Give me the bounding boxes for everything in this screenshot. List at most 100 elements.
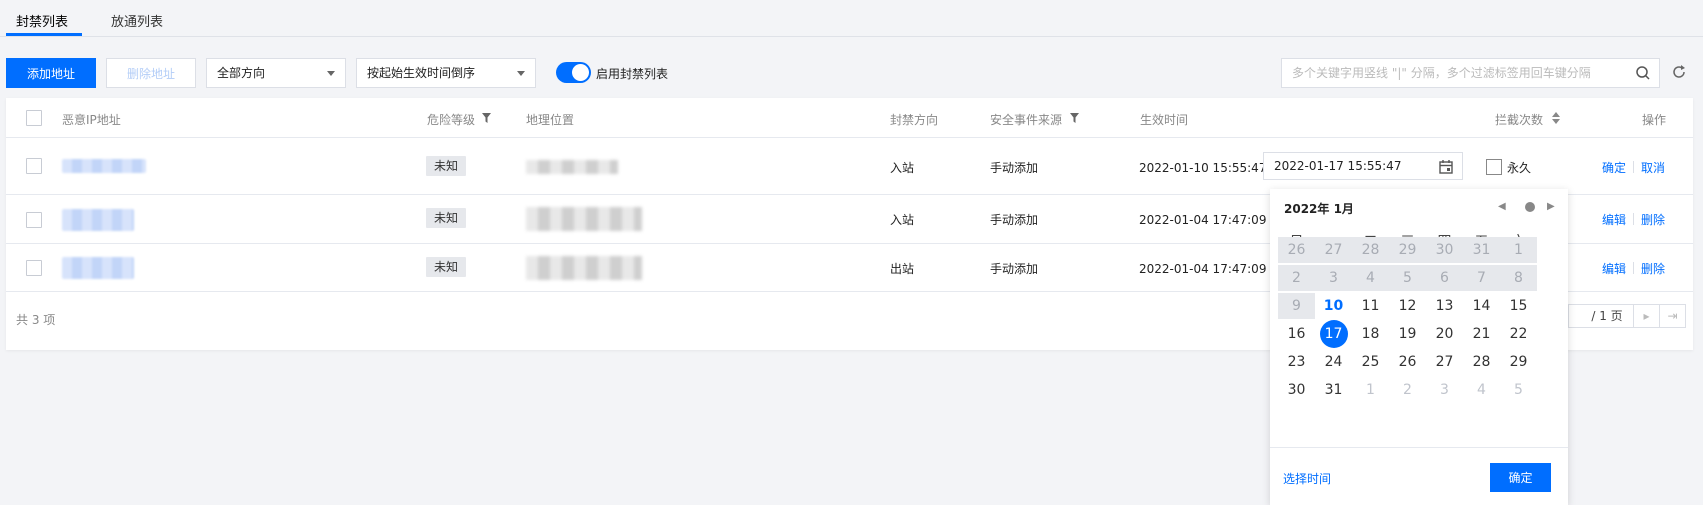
risk-badge: 未知 — [426, 257, 467, 277]
calendar-day[interactable]: 10 — [1315, 293, 1352, 319]
delete-address-button[interactable]: 删除地址 — [106, 58, 196, 88]
calendar-day[interactable]: 2 — [1389, 377, 1426, 403]
edit-link[interactable]: 编辑 — [1602, 211, 1626, 228]
enable-blocklist-toggle[interactable] — [556, 62, 591, 83]
tab-allow-list[interactable]: 放通列表 — [111, 11, 163, 30]
calendar-day: 29 — [1389, 237, 1426, 263]
add-address-button[interactable]: 添加地址 — [6, 58, 96, 88]
calendar-month-title[interactable]: 2022年 1月 — [1284, 200, 1354, 217]
next-page-icon[interactable]: ▸ — [1633, 305, 1659, 327]
divider — [1633, 262, 1634, 274]
cancel-link[interactable]: 取消 — [1641, 159, 1665, 176]
calendar-day: 1 — [1500, 237, 1537, 263]
select-time-link[interactable]: 选择时间 — [1283, 470, 1331, 487]
confirm-link[interactable]: 确定 — [1602, 159, 1626, 176]
calendar-day: 26 — [1278, 237, 1315, 263]
calendar-day[interactable]: 4 — [1463, 377, 1500, 403]
next-month-icon[interactable]: ▶ — [1547, 201, 1555, 212]
filter-icon[interactable] — [1070, 112, 1079, 126]
calendar-day[interactable]: 16 — [1278, 321, 1315, 347]
start-time-cell: 2022-01-04 17:47:09 至 — [1139, 262, 1283, 276]
row-checkbox[interactable] — [26, 158, 42, 174]
tab-block-list[interactable]: 封禁列表 — [16, 11, 68, 30]
header-time: 生效时间 — [1140, 113, 1189, 127]
redacted-ip — [62, 209, 134, 231]
divider — [1633, 161, 1634, 173]
page-total: / 1 页 — [1591, 309, 1623, 323]
current-month-dot-icon[interactable] — [1525, 202, 1535, 212]
calendar-day[interactable]: 23 — [1278, 349, 1315, 375]
redacted-ip — [62, 257, 134, 279]
start-time-cell: 2022-01-10 15:55:47 至 — [1139, 161, 1283, 175]
header-risk: 危险等级 — [427, 113, 476, 127]
source-cell: 手动添加 — [990, 262, 1039, 276]
calendar-day[interactable]: 20 — [1426, 321, 1463, 347]
prev-month-icon[interactable]: ◀ — [1498, 201, 1506, 212]
chevron-down-icon — [517, 71, 525, 76]
filter-icon[interactable] — [482, 112, 491, 126]
last-page-icon[interactable]: ⇥ — [1659, 305, 1685, 327]
calendar-day[interactable]: 24 — [1315, 349, 1352, 375]
calendar-day[interactable]: 1 — [1352, 377, 1389, 403]
calendar-icon[interactable] — [1438, 158, 1454, 184]
chevron-down-icon — [327, 71, 335, 76]
calendar-day[interactable]: 28 — [1463, 349, 1500, 375]
calendar-day[interactable]: 3 — [1426, 377, 1463, 403]
source-cell: 手动添加 — [990, 213, 1039, 227]
end-date-input[interactable]: 2022-01-17 15:55:47 — [1263, 152, 1463, 180]
calendar-day: 4 — [1352, 265, 1389, 291]
calendar-day[interactable]: 30 — [1278, 377, 1315, 403]
sort-select[interactable]: 按起始生效时间倒序 — [356, 58, 536, 88]
calendar-day[interactable]: 12 — [1389, 293, 1426, 319]
calendar-day[interactable]: 31 — [1315, 377, 1352, 403]
delete-link[interactable]: 删除 — [1641, 260, 1665, 277]
direction-select[interactable]: 全部方向 — [206, 58, 346, 88]
calendar-day[interactable]: 25 — [1352, 349, 1389, 375]
direction-select-value: 全部方向 — [217, 66, 266, 80]
row-checkbox[interactable] — [26, 212, 42, 228]
sort-icon[interactable] — [1552, 112, 1560, 127]
calendar-day-selected[interactable]: 17 — [1315, 320, 1352, 348]
delete-link[interactable]: 删除 — [1641, 211, 1665, 228]
header-ip: 恶意IP地址 — [62, 113, 121, 127]
calendar-day[interactable]: 18 — [1352, 321, 1389, 347]
calendar-day: 27 — [1315, 237, 1352, 263]
calendar-day[interactable]: 26 — [1389, 349, 1426, 375]
search-icon[interactable] — [1635, 65, 1651, 84]
row-checkbox[interactable] — [26, 260, 42, 276]
header-source: 安全事件来源 — [990, 113, 1063, 127]
sort-select-value: 按起始生效时间倒序 — [367, 66, 476, 80]
calendar-day[interactable]: 19 — [1389, 321, 1426, 347]
calendar-day[interactable]: 13 — [1426, 293, 1463, 319]
picker-confirm-button[interactable]: 确定 — [1490, 463, 1551, 492]
end-date-value: 2022-01-17 15:55:47 — [1274, 159, 1402, 173]
redacted-location — [526, 256, 642, 280]
calendar-day[interactable]: 14 — [1463, 293, 1500, 319]
redacted-location — [526, 160, 618, 174]
divider — [1270, 447, 1568, 448]
redacted-location — [526, 207, 642, 231]
calendar-day[interactable]: 11 — [1352, 293, 1389, 319]
toggle-knob — [572, 64, 589, 81]
calendar-day: 2 — [1278, 265, 1315, 291]
calendar-day[interactable]: 29 — [1500, 349, 1537, 375]
forever-checkbox[interactable] — [1486, 159, 1502, 175]
search-input[interactable] — [1282, 59, 1622, 87]
search-box — [1281, 58, 1660, 88]
calendar-day: 8 — [1500, 265, 1537, 291]
tab-bar: 封禁列表 放通列表 — [0, 0, 1703, 37]
date-picker-popup: 2022年 1月 ◀ ▶ 日一二三四五六 2627282930311234567… — [1270, 189, 1568, 505]
header-direction: 封禁方向 — [890, 113, 939, 127]
calendar-day[interactable]: 22 — [1500, 321, 1537, 347]
calendar-day[interactable]: 21 — [1463, 321, 1500, 347]
table-header: 恶意IP地址 危险等级 地理位置 封禁方向 安全事件来源 生效时间 拦截次数 操… — [6, 98, 1693, 138]
calendar-day: 30 — [1426, 237, 1463, 263]
calendar-day[interactable]: 27 — [1426, 349, 1463, 375]
pagination: / 1 页 ▸ ⇥ — [1568, 304, 1686, 328]
select-all-checkbox[interactable] — [26, 110, 42, 126]
calendar-day[interactable]: 5 — [1500, 377, 1537, 403]
refresh-icon[interactable] — [1671, 64, 1687, 83]
edit-link[interactable]: 编辑 — [1602, 260, 1626, 277]
calendar-day[interactable]: 15 — [1500, 293, 1537, 319]
page-input[interactable] — [1569, 305, 1581, 327]
